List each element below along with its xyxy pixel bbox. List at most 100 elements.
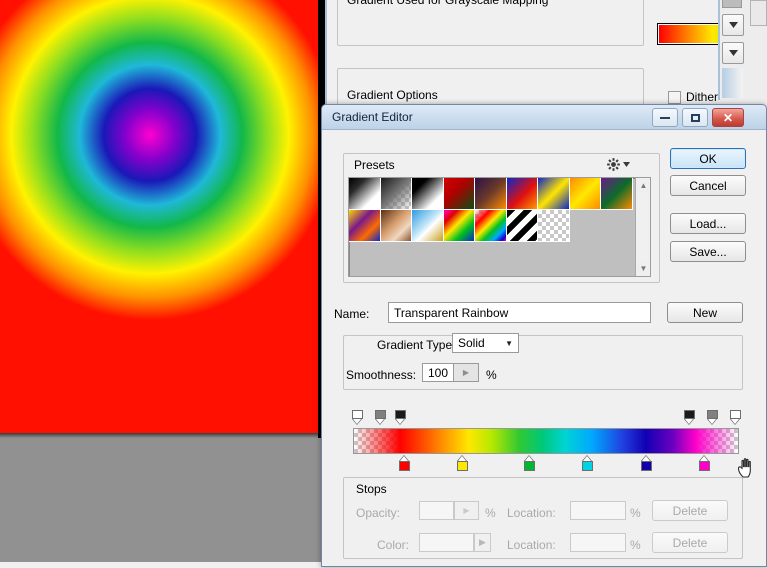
presets-scrollbar[interactable]: ▲ ▼: [635, 178, 650, 276]
scroll-up-button[interactable]: ▲: [637, 179, 650, 192]
opacity-stop-pointer-inner: [684, 419, 693, 424]
gradient-type-value: Solid: [458, 336, 485, 350]
triangle-right-icon[interactable]: ▶: [474, 533, 491, 552]
gradient-strip-editor: [351, 410, 742, 473]
gradient-options-group-label: Gradient Options: [343, 88, 442, 102]
minimize-icon: [660, 116, 670, 119]
new-preset-button[interactable]: New: [667, 302, 743, 323]
preset-swatch-orange-yellow-orange[interactable]: [569, 178, 601, 210]
maximize-icon: [690, 113, 700, 122]
opacity-stops-track[interactable]: [351, 410, 742, 427]
gear-icon: [607, 158, 620, 171]
maximize-button[interactable]: [682, 108, 708, 127]
preset-swatch-violet-orange[interactable]: [475, 178, 507, 210]
panel-dropdown-button-2[interactable]: [722, 42, 744, 64]
opacity-stop-handle: [352, 410, 363, 419]
gradient-editor-ok-button[interactable]: OK: [670, 148, 746, 169]
opacity-stop-pointer-inner: [395, 419, 404, 424]
opacity-stop-right-1[interactable]: [683, 410, 695, 425]
presets-list[interactable]: ▲ ▼: [348, 177, 651, 277]
color-stop-cyan[interactable]: [582, 455, 594, 471]
hand-pointer-cursor: [737, 458, 751, 478]
close-icon: ✕: [722, 110, 734, 125]
panel-dropdown-button-1[interactable]: [722, 14, 744, 36]
preset-swatch-foreground-to-transparent[interactable]: [380, 178, 412, 210]
stop-color-location-label: Location:: [507, 538, 556, 552]
delete-opacity-stop-button[interactable]: Delete: [652, 500, 728, 521]
preset-swatch-violet-green-orange[interactable]: [601, 178, 633, 210]
opacity-stop-handle: [706, 410, 718, 419]
dither-checkbox-row[interactable]: Dither: [668, 90, 718, 104]
preset-swatch-checkerboard[interactable]: [538, 210, 570, 242]
panel-resize-grip[interactable]: [750, 0, 767, 26]
color-stop-yellow[interactable]: [457, 455, 469, 471]
dither-checkbox[interactable]: [668, 90, 681, 104]
minimize-button[interactable]: [652, 108, 678, 127]
dither-label: Dither: [686, 90, 719, 104]
gradient-strip-fill: [354, 429, 738, 453]
gradient-used-group-label: Gradient Used for Grayscale Mapping: [343, 0, 553, 7]
presets-swatch-grid: [349, 178, 633, 242]
image-canvas[interactable]: [0, 0, 318, 433]
stop-color-location-unit: %: [630, 538, 641, 552]
stop-opacity-location-input[interactable]: [570, 501, 626, 520]
stop-color-swatch[interactable]: [419, 533, 474, 552]
gradient-strip[interactable]: [353, 428, 739, 454]
presets-group-label: Presets: [350, 158, 399, 172]
stop-opacity-input[interactable]: [419, 501, 454, 520]
gradient-name-input[interactable]: [388, 302, 651, 323]
opacity-stop-handle: [375, 410, 387, 419]
color-stop-handle: [457, 461, 469, 471]
preset-swatch-spectrum[interactable]: [443, 210, 475, 242]
preset-swatch-copper[interactable]: [380, 210, 412, 242]
close-button[interactable]: ✕: [712, 108, 744, 127]
color-stop-green[interactable]: [523, 455, 535, 471]
smoothness-stepper[interactable]: ▶: [454, 363, 479, 382]
preset-swatch-black-white[interactable]: [412, 178, 444, 210]
preset-swatch-yellow-violet-orange-blue[interactable]: [349, 210, 381, 242]
opacity-stop-pointer-inner: [731, 419, 740, 424]
opacity-stop-handle: [683, 410, 695, 419]
preset-swatch-blue-yellow-blue[interactable]: [538, 178, 570, 210]
preset-swatch-transparent-stripes[interactable]: [506, 210, 538, 242]
opacity-stop-left-2[interactable]: [375, 410, 387, 425]
opacity-stop-left-3[interactable]: [394, 410, 406, 425]
preset-swatch-blue-red-yellow[interactable]: [506, 178, 538, 210]
stop-opacity-stepper[interactable]: ▶: [454, 501, 479, 520]
color-stop-magenta[interactable]: [699, 455, 711, 471]
color-stop-handle: [640, 461, 652, 471]
color-stop-blue[interactable]: [640, 455, 652, 471]
opacity-stop-left-1[interactable]: [352, 410, 363, 425]
chevron-down-icon: ▼: [505, 338, 513, 348]
color-stop-red[interactable]: [398, 455, 410, 471]
opacity-stop-pointer-inner: [376, 419, 385, 424]
load-gradient-button[interactable]: Load...: [670, 213, 746, 234]
preset-swatch-red-green[interactable]: [443, 178, 475, 210]
stop-color-location-input[interactable]: [570, 533, 626, 552]
radial-rainbow-gradient: [0, 0, 318, 433]
preset-swatch-transparent-rainbow[interactable]: [475, 210, 507, 242]
gradient-type-select[interactable]: Solid ▼: [452, 333, 519, 353]
color-stop-handle: [582, 461, 594, 471]
smoothness-input[interactable]: 100: [422, 363, 454, 382]
opacity-stop-right-2[interactable]: [706, 410, 718, 425]
save-gradient-button[interactable]: Save...: [670, 241, 746, 262]
stop-color-label: Color:: [377, 538, 410, 552]
gradient-editor-dialog: Gradient Editor ✕ Presets ▲ ▼ Name: Tran…: [321, 104, 767, 567]
opacity-stop-handle: [730, 410, 742, 419]
name-label: Name:: [334, 307, 370, 321]
scroll-down-button[interactable]: ▼: [637, 262, 650, 275]
opacity-stop-handle: [394, 410, 406, 419]
opacity-stop-right-3[interactable]: [730, 410, 742, 425]
preset-swatch-foreground-to-background[interactable]: [349, 178, 381, 210]
gradient-editor-titlebar[interactable]: Gradient Editor ✕: [322, 105, 766, 130]
stop-opacity-location-unit: %: [630, 506, 641, 520]
delete-color-stop-button[interactable]: Delete: [652, 532, 728, 553]
color-stops-track[interactable]: [351, 455, 741, 473]
color-stop-handle: [398, 461, 410, 471]
gradient-editor-title: Gradient Editor: [332, 110, 413, 124]
preset-swatch-chrome[interactable]: [412, 210, 444, 242]
gradient-editor-cancel-button[interactable]: Cancel: [670, 175, 746, 196]
opacity-stop-pointer-inner: [707, 419, 716, 424]
presets-menu-button[interactable]: [606, 157, 630, 172]
